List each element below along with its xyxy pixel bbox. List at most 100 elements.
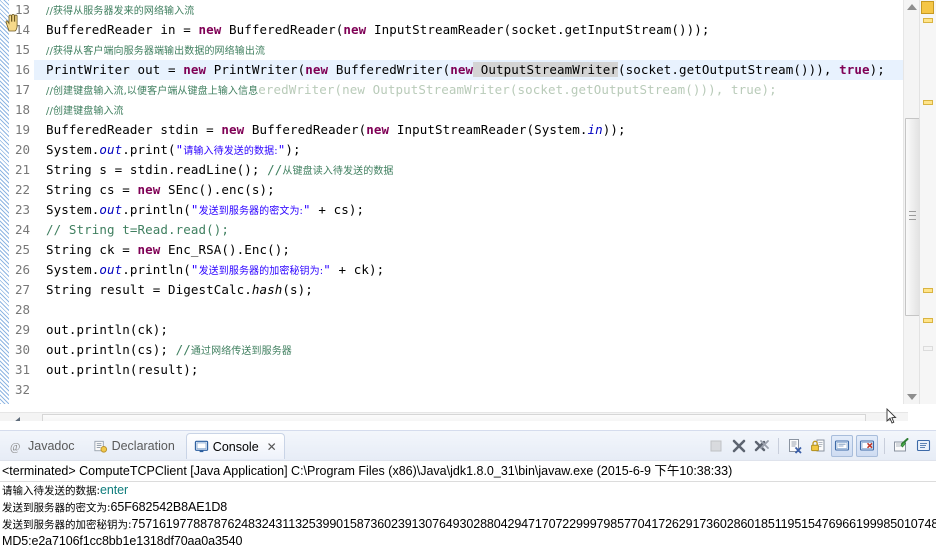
code-line[interactable]: 22 String cs = new SEnc().enc(s);	[0, 180, 908, 200]
code-line-text: out.println(result);	[34, 360, 199, 380]
editor-code-area[interactable]: 13 //获得从服务器发来的网络输入流 14 BufferedReader in …	[0, 0, 908, 404]
console-line-label: 请输入待发送的数据:	[2, 485, 101, 497]
code-token: new	[366, 122, 390, 137]
code-token: BufferedReader(	[244, 122, 367, 137]
code-line[interactable]: 33	[0, 400, 908, 404]
code-line[interactable]: 13 //获得从服务器发来的网络输入流	[0, 0, 908, 20]
code-line[interactable]: 20 System.out.print("请输入待发送的数据:");	[0, 140, 908, 160]
console-line-label: MD5:	[2, 534, 32, 548]
bottom-view-tabbar[interactable]: @ Javadoc Declaration Console ✕	[0, 430, 936, 461]
code-token: BufferedReader(	[221, 22, 344, 37]
code-token: );	[869, 62, 885, 77]
vertical-scrollbar-thumb[interactable]	[905, 118, 920, 316]
code-token: 发送到服务器的密文为:	[198, 206, 304, 217]
overview-ruler-marker[interactable]	[923, 288, 933, 293]
console-line-label: 发送到服务器的加密秘钥为:	[2, 519, 132, 531]
code-line[interactable]: 16 PrintWriter out = new PrintWriter(new…	[0, 60, 908, 80]
code-token: eredWriter(new OutputStreamWriter(socket…	[258, 82, 777, 97]
code-token: in	[587, 122, 603, 137]
display-selected-console-button[interactable]	[914, 436, 934, 456]
console-output-line: 发送到服务器的加密秘钥为:757161977887876248324311325…	[0, 516, 936, 533]
code-token: //获得从客户端向服务器端输出数据的网络输出流	[46, 46, 266, 57]
overview-ruler-marker[interactable]	[923, 18, 933, 23]
console-output[interactable]: 请输入待发送的数据:enter 发送到服务器的密文为:65F682542B8AE1…	[0, 482, 936, 550]
code-line[interactable]: 31 out.println(result);	[0, 360, 908, 380]
show-console-on-output-button[interactable]	[831, 435, 853, 457]
remove-launch-button[interactable]	[729, 436, 749, 456]
code-token: //创建键盘输入流,以便客户端从键盘上输入信息	[46, 86, 259, 97]
java-editor[interactable]: 13 //获得从服务器发来的网络输入流 14 BufferedReader in …	[0, 0, 936, 430]
code-line[interactable]: 32	[0, 380, 908, 400]
code-token: new	[343, 22, 367, 37]
code-line[interactable]: 21 String s = stdin.readLine(); //从键盘读入待…	[0, 160, 908, 180]
editor-overview-ruler[interactable]	[919, 0, 936, 404]
warning-summary-icon[interactable]	[921, 1, 934, 14]
console-toolbar[interactable]	[706, 435, 934, 457]
toolbar-separator	[778, 438, 779, 454]
code-line-text: PrintWriter out = new PrintWriter(new Bu…	[34, 60, 885, 80]
code-token: new	[137, 242, 161, 257]
console-icon	[194, 439, 209, 454]
toolbar-separator	[884, 438, 885, 454]
code-token: String cs =	[46, 182, 138, 197]
code-line[interactable]: 19 BufferedReader stdin = new BufferedRe…	[0, 120, 908, 140]
scroll-up-arrow-icon[interactable]	[907, 4, 917, 10]
declaration-icon	[93, 439, 108, 454]
tab-label: Declaration	[111, 439, 175, 453]
code-token: String result = DigestCalc.	[46, 282, 252, 297]
code-token: "	[190, 262, 199, 277]
code-line[interactable]: 17 //创建键盘输入流,以便客户端从键盘上输入信息eredWriter(new…	[0, 80, 908, 100]
code-line[interactable]: 26 System.out.println("发送到服务器的加密秘钥为:" + …	[0, 260, 908, 280]
close-icon[interactable]: ✕	[267, 440, 277, 454]
code-token: //	[175, 342, 191, 357]
code-line-text: BufferedReader stdin = new BufferedReade…	[34, 120, 626, 140]
clear-console-button[interactable]	[785, 436, 805, 456]
code-line[interactable]: 25 String ck = new Enc_RSA().Enc();	[0, 240, 908, 260]
code-line-text: String result = DigestCalc.hash(s);	[34, 280, 313, 300]
editor-vertical-scrollbar[interactable]	[903, 0, 920, 404]
overview-ruler-marker[interactable]	[923, 318, 933, 323]
code-line-text: System.out.print("请输入待发送的数据:");	[34, 140, 301, 162]
code-token: 从键盘读入待发送的数据	[282, 166, 394, 177]
overview-ruler-marker[interactable]	[923, 100, 933, 105]
code-lines[interactable]: 13 //获得从服务器发来的网络输入流 14 BufferedReader in …	[0, 0, 908, 404]
code-line[interactable]: 27 String result = DigestCalc.hash(s);	[0, 280, 908, 300]
terminate-button	[706, 436, 726, 456]
code-line[interactable]: 29 out.println(ck);	[0, 320, 908, 340]
code-line[interactable]: 15 //获得从客户端向服务器端输出数据的网络输出流	[0, 40, 908, 60]
code-line[interactable]: 24// String t=Read.read();	[0, 220, 908, 240]
code-line[interactable]: 30 out.println(cs); //通过网络传送到服务器	[0, 340, 908, 360]
overview-ruler-marker[interactable]	[923, 346, 933, 351]
console-user-input: enter	[100, 483, 129, 497]
change-ruler-bar	[0, 0, 9, 404]
console-output-line: MD5:e2a7106f1cc8bb1e1318df70aa0a3540	[0, 533, 936, 550]
code-line-text: System.out.println("发送到服务器的密文为:" + cs);	[34, 200, 364, 222]
code-token: new	[305, 62, 329, 77]
line-comment-prefix: //	[46, 222, 62, 237]
console-output-line: 请输入待发送的数据:enter	[0, 482, 936, 499]
console-output-line: 发送到服务器的密文为:65F682542B8AE1D8	[0, 499, 936, 516]
show-console-on-error-button[interactable]	[856, 435, 878, 457]
code-token: PrintWriter(	[206, 62, 306, 77]
console-view[interactable]: <terminated> ComputeTCPClient [Java Appl…	[0, 460, 936, 550]
tab-javadoc[interactable]: @ Javadoc	[2, 434, 82, 458]
scroll-lock-button[interactable]	[808, 436, 828, 456]
remove-all-terminated-button[interactable]	[752, 436, 772, 456]
tab-console[interactable]: Console ✕	[185, 433, 285, 459]
code-line-text: //获得从客户端向服务器端输出数据的网络输出流	[34, 40, 265, 62]
code-token: new	[137, 182, 161, 197]
code-token: (s);	[282, 282, 313, 297]
code-line[interactable]: 28	[0, 300, 908, 320]
pin-console-button[interactable]	[891, 436, 911, 456]
code-line-text: String s = stdin.readLine(); //从键盘读入待发送的…	[34, 160, 394, 182]
tab-declaration[interactable]: Declaration	[86, 434, 182, 458]
code-token: //创建键盘输入流	[46, 106, 124, 117]
code-line[interactable]: 23 System.out.println("发送到服务器的密文为:" + cs…	[0, 200, 908, 220]
code-line[interactable]: 14 BufferedReader in = new BufferedReade…	[0, 20, 908, 40]
code-line[interactable]: 18 //创建键盘输入流	[0, 100, 908, 120]
console-line-label: 发送到服务器的密文为:	[2, 502, 111, 514]
code-token: out.println(result);	[46, 362, 199, 377]
code-token: out	[99, 202, 123, 217]
scroll-down-arrow-icon[interactable]	[907, 394, 917, 400]
code-token: out.println(ck);	[46, 322, 169, 337]
